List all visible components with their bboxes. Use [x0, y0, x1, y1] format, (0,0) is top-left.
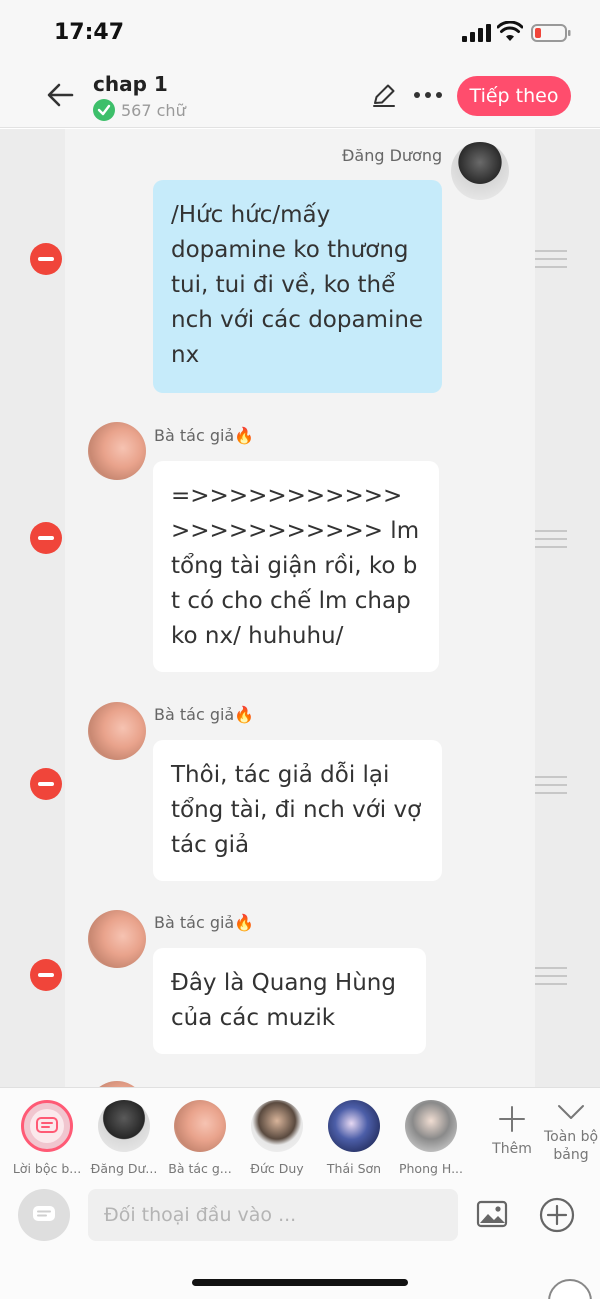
cellular-signal-icon [462, 24, 491, 42]
battery-icon [531, 24, 571, 42]
character-duc-duy[interactable]: Đức Duy [241, 1100, 313, 1176]
remove-icon[interactable] [30, 522, 62, 554]
remove-icon[interactable] [30, 243, 62, 275]
status-bar: 17:47 [0, 0, 600, 62]
remove-icon[interactable] [30, 768, 62, 800]
character-picker: Lời bộc b... Đăng Dư... Bà tác g... Đức … [0, 1087, 600, 1179]
add-character-button[interactable]: Thêm [480, 1104, 544, 1157]
status-time: 17:47 [54, 20, 125, 45]
back-arrow-icon[interactable] [44, 78, 78, 112]
avatar[interactable] [88, 702, 146, 760]
chevron-down-icon [558, 1105, 584, 1119]
home-indicator [192, 1279, 408, 1286]
speaker-name: Bà tác giả🔥 [154, 426, 255, 445]
avatar [98, 1100, 150, 1152]
scroll-up-icon[interactable] [548, 1279, 592, 1299]
speaker-name: Đăng Dương [342, 146, 443, 165]
plus-icon [499, 1106, 525, 1132]
word-count-row: 567 chữ [93, 99, 186, 121]
character-thai-son[interactable]: Thái Sơn [318, 1100, 390, 1176]
dialogue-bubble[interactable]: =>>>>>>>>>>>>>>>>>>>>>> lm tổng tài giận… [153, 461, 439, 672]
character-label: Đăng Dư... [90, 1161, 158, 1176]
input-bar [0, 1179, 600, 1259]
next-button[interactable]: Tiếp theo [457, 76, 571, 116]
add-circle-icon[interactable] [539, 1197, 575, 1233]
character-label: Đức Duy [250, 1161, 304, 1176]
word-count: 567 chữ [121, 100, 186, 120]
remove-icon[interactable] [30, 959, 62, 991]
narration-avatar [21, 1100, 73, 1152]
add-label: Thêm [492, 1141, 532, 1157]
check-icon [93, 99, 115, 121]
drag-handle-icon[interactable] [535, 967, 567, 985]
character-label: Thái Sơn [326, 1161, 382, 1176]
character-dang-duong[interactable]: Đăng Dư... [88, 1100, 160, 1176]
avatar [328, 1100, 380, 1152]
pencil-icon[interactable] [369, 80, 399, 110]
character-ba-tac-gia[interactable]: Bà tác g... [164, 1100, 236, 1176]
drag-handle-icon[interactable] [535, 530, 567, 548]
more-options-icon[interactable] [410, 80, 446, 110]
avatar [174, 1100, 226, 1152]
avatar[interactable] [88, 910, 146, 968]
expand-panel-button[interactable]: Toàn bộ bảng [540, 1102, 600, 1164]
dialogue-input[interactable] [88, 1189, 458, 1241]
expand-label: Toàn bộ bảng [543, 1129, 599, 1163]
dialogue-bubble[interactable]: Đây là Quang Hùng của các muzik [153, 948, 426, 1054]
chapter-title[interactable]: chap 1 [93, 72, 168, 96]
avatar [405, 1100, 457, 1152]
avatar[interactable] [451, 142, 509, 200]
character-narration[interactable]: Lời bộc b... [11, 1100, 83, 1176]
dialogue-list[interactable]: Đăng Dương /Hức hức/mấy dopamine ko thươ… [0, 129, 600, 1087]
editor-header: chap 1 567 chữ Tiếp theo [0, 62, 600, 128]
avatar[interactable] [88, 422, 146, 480]
wifi-icon [497, 21, 523, 41]
dialogue-type-button[interactable] [18, 1189, 70, 1241]
dialogue-bubble[interactable]: /Hức hức/mấy dopamine ko thương tui, tui… [153, 180, 442, 393]
character-phong-h[interactable]: Phong H... [395, 1100, 467, 1176]
character-label: Lời bộc b... [12, 1161, 82, 1176]
image-icon[interactable] [476, 1199, 508, 1229]
speaker-name: Bà tác giả🔥 [154, 705, 255, 724]
bottom-area [0, 1259, 600, 1299]
drag-handle-icon[interactable] [535, 776, 567, 794]
character-label: Phong H... [398, 1161, 464, 1176]
dialogue-bubble[interactable]: Thôi, tác giả dỗi lại tổng tài, đi nch v… [153, 740, 442, 881]
avatar [251, 1100, 303, 1152]
speaker-name: Bà tác giả🔥 [154, 913, 255, 932]
drag-handle-icon[interactable] [535, 250, 567, 268]
chat-bubble-icon [33, 1206, 55, 1221]
character-label: Bà tác g... [168, 1161, 232, 1176]
chat-bubble-icon [36, 1117, 58, 1133]
